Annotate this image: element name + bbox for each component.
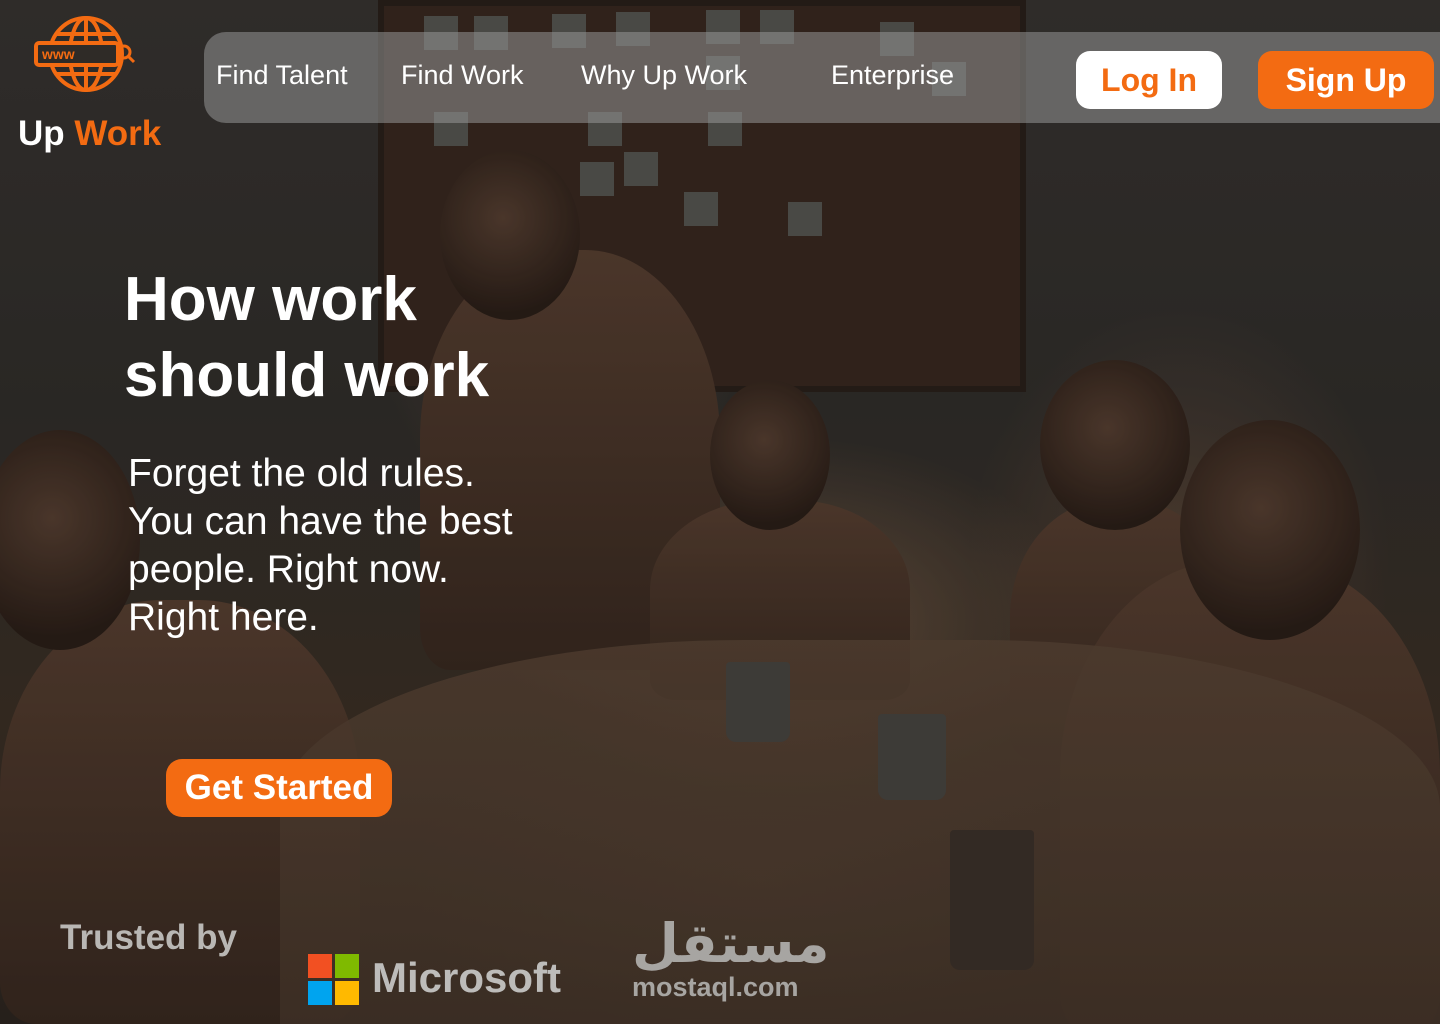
mostaql-logo-arabic: مستقل xyxy=(632,914,830,974)
get-started-button[interactable]: Get Started xyxy=(166,759,392,817)
hero-subtitle: Forget the old rules. You can have the b… xyxy=(128,452,513,639)
nav-why-up-work[interactable]: Why Up Work xyxy=(581,60,747,91)
globe-www-icon: www xyxy=(34,16,136,92)
mostaql-logo-domain: mostaql.com xyxy=(632,972,799,1002)
nav-enterprise[interactable]: Enterprise xyxy=(831,60,954,91)
nav-find-work[interactable]: Find Work xyxy=(401,60,524,91)
top-navigation xyxy=(204,32,1440,123)
hero-title: How work should work xyxy=(124,262,644,414)
logo-www-text: www xyxy=(41,46,75,62)
brand-name-part1: Up xyxy=(18,114,65,153)
nav-find-talent[interactable]: Find Talent xyxy=(216,60,348,91)
trusted-by-label: Trusted by xyxy=(60,918,237,957)
brand-logo[interactable]: www Up Work xyxy=(18,14,178,154)
microsoft-logo-text: Microsoft xyxy=(372,954,561,1001)
hero-title-line1: How work xyxy=(124,265,417,334)
login-button[interactable]: Log In xyxy=(1076,51,1222,109)
microsoft-logo-icon xyxy=(308,954,360,1006)
brand-name: Up Work xyxy=(18,114,161,154)
brand-name-part2: Work xyxy=(74,114,162,153)
signup-button[interactable]: Sign Up xyxy=(1258,51,1434,109)
hero-title-line2: should work xyxy=(124,341,490,410)
